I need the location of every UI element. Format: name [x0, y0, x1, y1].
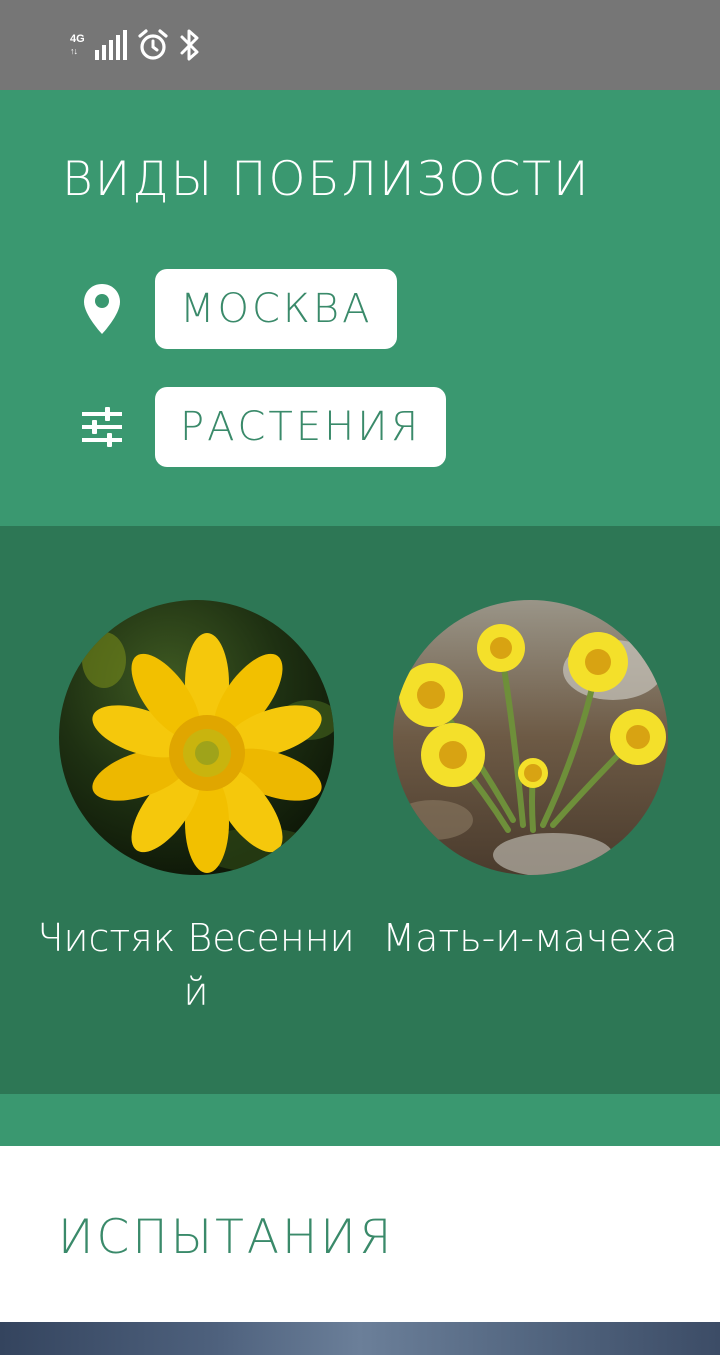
status-icons: 4G ↑↓ [70, 28, 201, 62]
location-selector-button[interactable]: МОСКВА [155, 269, 398, 349]
species-carousel: Чистяк Весенний Мать-и-мачеха [0, 526, 720, 1094]
nearby-species-title: ВИДЫ ПОБЛИЗОСТИ [62, 152, 591, 207]
network-type-label: 4G [70, 33, 85, 45]
nearby-species-header: ВИДЫ ПОБЛИЗОСТИ МОСКВА РАСТЕНИЯ [0, 90, 720, 526]
trial-banner-image[interactable] [0, 1322, 720, 1355]
trials-section: ИСПЫТАНИЯ [0, 1146, 720, 1322]
species-name: Мать-и-мачеха [382, 916, 678, 960]
lesser-celandine-photo [58, 600, 334, 875]
species-name: Чистяк Весенний [37, 916, 355, 1014]
network-type-icon: 4G ↑↓ [70, 33, 85, 56]
trials-title: ИСПЫТАНИЯ [58, 1210, 395, 1265]
signal-icon [94, 30, 127, 60]
location-pin-icon [80, 281, 124, 337]
category-filter-row: РАСТЕНИЯ [80, 387, 447, 467]
species-card[interactable]: Чистяк Весенний [31, 600, 361, 1019]
alarm-icon [138, 29, 168, 60]
coltsfoot-photo [392, 600, 668, 875]
filter-sliders-icon [80, 399, 124, 455]
section-divider [0, 1094, 720, 1146]
category-selector-button[interactable]: РАСТЕНИЯ [155, 387, 447, 467]
location-filter-row: МОСКВА [80, 269, 398, 349]
species-card[interactable]: Мать-и-мачеха [365, 600, 695, 965]
status-bar: 4G ↑↓ [0, 0, 720, 90]
bluetooth-icon [180, 29, 199, 61]
